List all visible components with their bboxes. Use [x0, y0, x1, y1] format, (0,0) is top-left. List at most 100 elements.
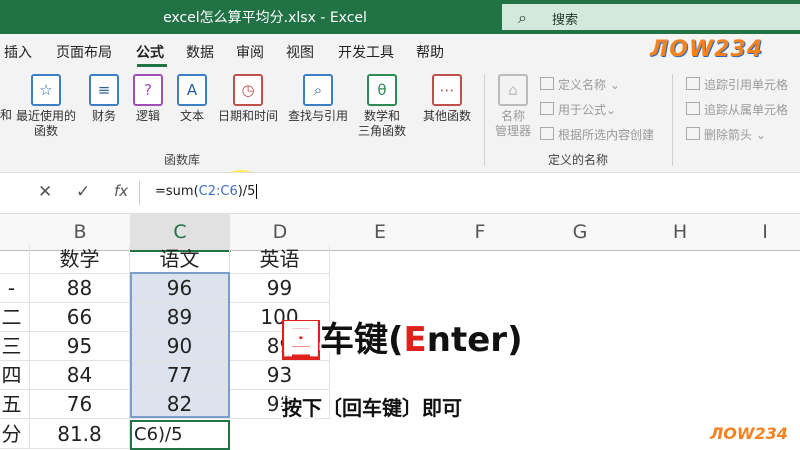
- formula-divider: [139, 181, 140, 205]
- defined-names-group-label: 定义的名称: [548, 153, 609, 167]
- row-stub: [0, 245, 30, 274]
- tab-data[interactable]: 数据: [186, 42, 214, 62]
- name-manager-button[interactable]: ⌂ 名称 管理器: [490, 74, 536, 139]
- financial-button[interactable]: ≡ 财务: [84, 74, 124, 124]
- tag-icon: [540, 77, 554, 90]
- search-label: 搜索: [552, 13, 579, 28]
- use-in-formula-label: 用于公式: [558, 103, 607, 117]
- trace-arrow-icon: [686, 102, 700, 115]
- search-icon: ⌕: [518, 8, 527, 27]
- database-icon: ≡: [89, 74, 119, 106]
- active-cell-editing-text: C6)/5: [134, 424, 183, 445]
- formula-icon: [540, 102, 554, 115]
- column-header-f[interactable]: F: [430, 214, 531, 251]
- window-title: excel怎么算平均分.xlsx - Excel: [163, 10, 367, 26]
- search-book-icon: ⌕: [303, 74, 333, 106]
- column-header-g[interactable]: G: [530, 214, 631, 251]
- text-cursor: [256, 184, 258, 199]
- remove-arrows-button[interactable]: 删除箭头 ⌄: [686, 126, 766, 143]
- more-functions-button[interactable]: ⋯ 其他函数: [416, 74, 478, 124]
- tab-insert[interactable]: 插入: [4, 42, 32, 62]
- caption-sub: 按下〔回车键〕即可: [282, 396, 462, 420]
- ribbon-partial-label: 和: [0, 108, 13, 122]
- close-icon[interactable]: ✕: [38, 182, 52, 202]
- table-icon: [540, 127, 554, 140]
- row-stub: 二: [0, 303, 30, 332]
- text-label: 文本: [179, 109, 204, 123]
- column-header-e[interactable]: E: [330, 214, 431, 251]
- trace-arrow-icon: [686, 77, 700, 90]
- header-chinese[interactable]: 语文: [130, 245, 230, 274]
- math-trig-label: 数学和 三角函数: [357, 109, 406, 138]
- header-math[interactable]: 数学: [30, 245, 130, 274]
- search-box[interactable]: ⌕ 搜索: [502, 4, 800, 30]
- create-from-selection-button[interactable]: 根据所选内容创建: [540, 126, 654, 143]
- trace-dependents-button[interactable]: 追踪从属单元格: [686, 101, 788, 118]
- clock-icon: ◷: [233, 74, 263, 106]
- math-trig-button[interactable]: θ 数学和 三角函数: [352, 74, 412, 139]
- caption-main: 回车键(Enter): [282, 312, 523, 361]
- theta-icon: θ: [367, 74, 397, 106]
- logical-label: 逻辑: [135, 109, 160, 123]
- caption-main-rest-2: nter): [426, 320, 523, 360]
- define-name-button[interactable]: 定义名称 ⌄: [540, 76, 620, 93]
- formula-input[interactable]: =sum(C2:C6)/5: [155, 184, 258, 199]
- create-from-selection-label: 根据所选内容创建: [558, 128, 655, 142]
- row-stub: -: [0, 274, 30, 303]
- cell-b4[interactable]: 95: [30, 332, 130, 361]
- row-stub: 分: [0, 420, 30, 449]
- trace-precedents-button[interactable]: 追踪引用单元格: [686, 76, 788, 93]
- financial-label: 财务: [91, 109, 116, 123]
- star-icon: ☆: [31, 74, 61, 106]
- recent-functions-label: 最近使用的 函数: [15, 109, 76, 138]
- cell-d5[interactable]: 93: [230, 361, 330, 390]
- caption-main-first: 回: [282, 320, 320, 360]
- text-a-icon: A: [177, 74, 207, 106]
- more-functions-label: 其他函数: [422, 109, 471, 123]
- tab-view[interactable]: 视图: [286, 42, 314, 62]
- question-book-icon: ?: [133, 74, 163, 106]
- remove-arrows-label: 删除箭头: [704, 128, 753, 142]
- logical-button[interactable]: ? 逻辑: [128, 74, 168, 124]
- check-icon[interactable]: ✓: [76, 182, 90, 202]
- caption-main-rest-1: 车键(: [320, 320, 404, 360]
- text-button[interactable]: A 文本: [172, 74, 212, 124]
- tab-formulas[interactable]: 公式: [136, 42, 164, 62]
- recent-functions-button[interactable]: ☆ 最近使用的 函数: [12, 74, 80, 139]
- lookup-reference-label: 查找与引用: [287, 109, 348, 123]
- column-header-h[interactable]: H: [630, 214, 731, 251]
- function-library-group-label: 函数库: [164, 153, 201, 167]
- more-functions-icon: ⋯: [432, 74, 462, 106]
- formula-bar: ✕ ✓ fx =sum(C2:C6)/5: [0, 172, 800, 214]
- date-time-label: 日期和时间: [217, 109, 278, 123]
- lookup-reference-button[interactable]: ⌕ 查找与引用: [284, 74, 352, 124]
- brand-logo: ЛOW234: [650, 37, 764, 62]
- ribbon-separator: [672, 74, 673, 166]
- header-english[interactable]: 英语: [230, 245, 330, 274]
- fx-icon[interactable]: fx: [114, 182, 128, 200]
- formula-suffix: )/5: [237, 184, 256, 199]
- active-tab-indicator: [137, 64, 167, 67]
- define-name-label: 定义名称: [558, 78, 607, 92]
- cell-b7[interactable]: 81.8: [30, 420, 130, 449]
- watermark-logo: ЛOW234: [710, 424, 788, 443]
- cell-b2[interactable]: 88: [30, 274, 130, 303]
- trace-precedents-label: 追踪引用单元格: [704, 78, 789, 92]
- tab-review[interactable]: 审阅: [236, 42, 264, 62]
- formula-prefix: =sum(: [155, 184, 199, 199]
- cell-b6[interactable]: 76: [30, 390, 130, 419]
- caption-main-e: E: [403, 320, 427, 360]
- tab-developer[interactable]: 开发工具: [338, 42, 394, 62]
- cell-b5[interactable]: 84: [30, 361, 130, 390]
- cell-d2[interactable]: 99: [230, 274, 330, 303]
- title-bar: excel怎么算平均分.xlsx - Excel ⌕ 搜索: [0, 0, 800, 34]
- tab-page-layout[interactable]: 页面布局: [56, 42, 112, 62]
- row-stub: 五: [0, 390, 30, 419]
- cell-b3[interactable]: 66: [30, 303, 130, 332]
- use-in-formula-button[interactable]: 用于公式⌄: [540, 101, 616, 118]
- date-time-button[interactable]: ◷ 日期和时间: [214, 74, 282, 124]
- trace-dependents-label: 追踪从属单元格: [704, 103, 789, 117]
- tag-icon: ⌂: [498, 74, 528, 106]
- tab-help[interactable]: 帮助: [416, 42, 444, 62]
- column-header-i[interactable]: I: [730, 214, 800, 251]
